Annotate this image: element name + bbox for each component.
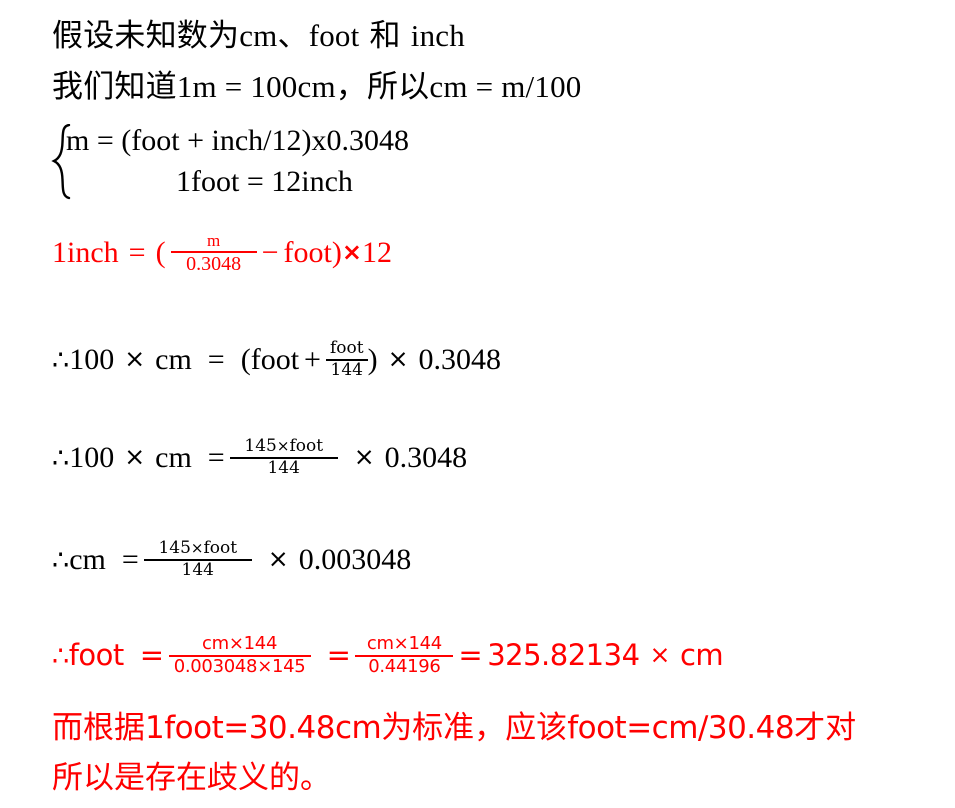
assumption-line: 假设未知数为cm、foot 和 inch	[52, 20, 465, 52]
known-text-a: 我们知道	[52, 69, 177, 105]
inch-lhs: 1inch	[52, 236, 119, 270]
eq-b-fraction-denominator: 144	[267, 457, 300, 478]
conclusion2-text: 所以是存在歧义的。	[52, 760, 331, 796]
hundred-cm-equation-a: ∴ 100 × cm = ( foot + foot 144 ) × 0.304…	[52, 338, 502, 380]
eq-a-times-icon-2: ×	[387, 344, 409, 374]
eq-cm-equals: =	[121, 542, 139, 576]
eq-cm-num-foot: foot	[203, 538, 238, 558]
eq-foot-times-icon: ×	[649, 640, 671, 670]
known-relation-line: 我们知道1m = 100cm，所以cm = m/100	[52, 71, 581, 103]
eq-foot-equals-2: =	[326, 638, 351, 673]
assumption-unit-foot: foot	[308, 18, 360, 53]
known-equation-a: 1m = 100cm	[176, 69, 336, 104]
eq-b-equals: =	[207, 440, 225, 474]
eq-foot-result-cm: cm	[679, 638, 724, 673]
eq-b-times-icon-2: ×	[353, 442, 375, 472]
eq-b-num-times-icon: ×	[276, 437, 290, 455]
eq-foot-fraction-2-denominator: 0.44196	[368, 655, 441, 677]
eq-foot-lhs: foot	[68, 638, 125, 673]
eq-cm-lhs: cm	[69, 542, 106, 576]
eq-cm-value: 0.003048	[298, 542, 412, 576]
assumption-text-a: 假设未知数为	[52, 18, 240, 54]
eq-b-hundred: 100	[69, 440, 115, 474]
eq-b-cm: cm	[155, 440, 192, 474]
eq-foot-fraction-2-numerator: cm×144	[366, 633, 442, 654]
eq-foot-result-value: 325.82134	[487, 638, 640, 673]
eq-a-fraction: foot 144	[325, 338, 368, 380]
eq-foot-equals-1: =	[139, 638, 164, 673]
inch-minus: −	[261, 236, 279, 270]
system-row1-text: m = (foot + inch/12)x0.3048	[66, 124, 409, 157]
eq-a-plus: +	[304, 342, 321, 376]
eq-a-hundred: 100	[69, 342, 115, 376]
system-equation-row-2: 1foot = 12inch	[176, 167, 353, 197]
inch-fraction-denominator: 0.3048	[186, 252, 242, 275]
eq-cm-times-icon: ×	[267, 544, 289, 574]
inch-paren-close: )	[331, 236, 342, 270]
conclusion1-text-a: 而根据	[52, 710, 145, 746]
eq-foot-fraction-1-denominator: 0.003048×145	[173, 655, 306, 677]
inch-fraction-numerator: m	[206, 231, 221, 250]
eq-a-times-icon-1: ×	[124, 344, 146, 374]
eq-cm-fraction-numerator: 145×foot	[154, 538, 241, 558]
system-row2-text: 1foot = 12inch	[176, 165, 353, 198]
inch-equals: =	[128, 236, 146, 270]
conclusion1-text-c: 才对	[794, 710, 857, 746]
document-page: 假设未知数为cm、foot 和 inch 我们知道1m = 100cm，所以cm…	[0, 0, 955, 808]
cm-equation: ∴ cm = 145×foot 144 × 0.003048	[52, 538, 412, 580]
eq-cm-num-145: 145	[158, 538, 191, 558]
eq-b-fraction: 145×foot 144	[229, 436, 338, 478]
hundred-cm-equation-b: ∴ 100 × cm = 145×foot 144 × 0.3048	[52, 436, 468, 478]
therefore-icon-3: ∴	[52, 545, 70, 577]
eq-a-fraction-numerator: foot	[329, 338, 364, 358]
inch-paren-open: (	[155, 236, 166, 270]
conclusion-line-2: 所以是存在歧义的。	[52, 762, 331, 794]
assumption-unit-inch: inch	[410, 18, 465, 53]
eq-a-value: 0.3048	[418, 342, 502, 376]
conclusion1-text-b: 为标准，应该	[381, 710, 568, 746]
eq-foot-fraction-2: cm×144 0.44196	[355, 633, 454, 677]
eq-b-num-145: 145	[244, 436, 277, 456]
known-equation-b: cm = m/100	[429, 69, 582, 104]
eq-a-fraction-denominator: 144	[330, 359, 363, 380]
conclusion-line-1: 而根据1foot=30.48cm为标准，应该foot=cm/30.48才对	[52, 712, 856, 744]
therefore-icon-2: ∴	[52, 443, 70, 475]
conclusion1-standard-value: 1foot=30.48cm	[145, 710, 382, 746]
eq-b-times-icon-1: ×	[124, 442, 146, 472]
eq-b-num-foot: foot	[289, 436, 324, 456]
therefore-icon-1: ∴	[52, 345, 70, 377]
eq-foot-fraction-1: cm×144 0.003048×145	[168, 633, 311, 677]
eq-a-foot: foot	[250, 342, 300, 376]
eq-a-paren-open: (	[240, 342, 251, 376]
eq-b-value: 0.3048	[384, 440, 468, 474]
system-equation-row-1: m = (foot + inch/12)x0.3048	[66, 126, 409, 156]
foot-equation: ∴ foot = cm×144 0.003048×145 = cm×144 0.…	[52, 633, 724, 677]
eq-a-cm: cm	[155, 342, 192, 376]
assumption-unit-cm: cm	[239, 18, 278, 53]
inch-foot-term: foot	[283, 236, 332, 270]
inch-twelve: 12	[361, 236, 392, 270]
eq-a-paren-close: )	[367, 342, 378, 376]
therefore-icon-4: ∴	[52, 641, 69, 672]
eq-foot-fraction-1-numerator: cm×144	[202, 633, 278, 654]
eq-cm-fraction-denominator: 144	[181, 559, 214, 580]
inch-fraction: m 0.3048	[170, 231, 257, 275]
conclusion1-correct-formula: foot=cm/30.48	[567, 710, 795, 746]
eq-cm-num-times-icon: ×	[190, 539, 204, 557]
eq-cm-fraction: 145×foot 144	[143, 538, 252, 580]
assumption-conj: 和	[359, 18, 411, 54]
eq-foot-equals-3: =	[458, 638, 483, 673]
known-text-b: ，所以	[335, 69, 430, 105]
eq-a-equals: =	[207, 342, 225, 376]
inch-times-icon: ×	[341, 238, 362, 267]
assumption-sep: 、	[277, 18, 309, 54]
inch-equation: 1inch = ( m 0.3048 − foot ) × 12	[52, 232, 392, 275]
eq-b-fraction-numerator: 145×foot	[240, 436, 327, 456]
